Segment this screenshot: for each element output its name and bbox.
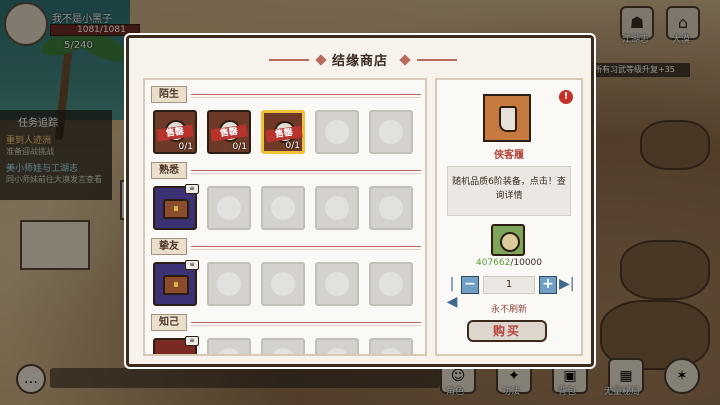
empty-slot	[369, 110, 413, 154]
chest-icon	[163, 199, 189, 219]
title-divider-right	[417, 59, 457, 61]
empty-slot	[369, 262, 413, 306]
category-divider	[191, 97, 421, 98]
info-alert-icon[interactable]: !	[559, 90, 573, 104]
sold-out-stamp: 售罄	[265, 125, 303, 143]
decrease-button[interactable]: −	[461, 276, 479, 294]
category-header: 挚友	[149, 238, 425, 256]
boot-icon	[499, 106, 517, 132]
category-divider	[191, 173, 421, 174]
category-divider	[191, 322, 421, 323]
empty-slot	[261, 338, 305, 354]
sold-out-stamp: 售罄	[210, 124, 248, 142]
item-description[interactable]: 随机品质6阶装备，点击！查询详情	[447, 166, 571, 216]
item-detail-icon	[483, 94, 531, 142]
buy-button[interactable]: 购买	[467, 320, 547, 342]
min-quantity-button[interactable]: |◀	[445, 275, 459, 310]
category-label-close-friend: 挚友	[151, 238, 187, 255]
category-header: 熟悉	[149, 162, 425, 180]
category-divider	[191, 170, 421, 171]
category-divider	[191, 94, 421, 95]
category-divider	[191, 325, 421, 326]
quantity-stepper: |◀ − 1 + ▶|	[445, 274, 574, 310]
currency-coin-icon	[491, 224, 525, 256]
shop-slot-familiar-1[interactable]: ≡	[153, 184, 199, 230]
quantity-input[interactable]: 1	[483, 276, 535, 294]
empty-slot	[315, 186, 359, 230]
shop-slot-stranger-2[interactable]: 售罄 0/1	[207, 110, 251, 154]
item-name: 侠客履	[494, 150, 524, 161]
affinity-shop-modal: 结缘商店 陌生 售罄 0/1 售罄 0/1 售罄 0/1 熟悉 ≡ 挚友 ≡ 知…	[126, 35, 594, 367]
shop-title: 结缘商店	[331, 54, 388, 69]
category-label-confidant: 知己	[151, 314, 187, 331]
tag-icon: ≡	[185, 260, 199, 270]
increase-button[interactable]: +	[539, 276, 557, 294]
category-header: 知己	[149, 314, 425, 332]
title-divider-left	[269, 59, 309, 61]
empty-slot	[315, 262, 359, 306]
category-label-familiar: 熟悉	[151, 162, 187, 179]
item-quantity: 0/1	[232, 142, 247, 152]
shop-slot-stranger-1[interactable]: 售罄 0/1	[153, 110, 197, 154]
max-quantity-button[interactable]: ▶|	[559, 275, 574, 295]
empty-slot	[315, 338, 359, 354]
empty-slot	[207, 338, 251, 354]
category-label-stranger: 陌生	[151, 86, 187, 103]
price-display: 407662/10000	[437, 258, 581, 268]
empty-slot	[369, 338, 413, 354]
empty-slot	[261, 186, 305, 230]
item-quantity: 0/1	[178, 142, 193, 152]
title-ornament-left	[315, 54, 327, 66]
empty-slot	[315, 110, 359, 154]
shop-slot-confidant-1[interactable]: ≡	[153, 336, 199, 354]
item-detail-panel: ! 侠客履 随机品质6阶装备，点击！查询详情 407662/10000 |◀ −…	[435, 78, 583, 356]
item-quantity: 0/1	[285, 141, 300, 151]
category-divider	[191, 246, 421, 247]
tag-icon: ≡	[185, 184, 199, 194]
empty-slot	[207, 186, 251, 230]
tag-icon: ≡	[185, 336, 199, 346]
empty-slot	[369, 186, 413, 230]
currency-cost: /10000	[510, 258, 543, 268]
currency-owned: 407662	[475, 258, 511, 268]
shop-slot-close-friend-1[interactable]: ≡	[153, 260, 199, 306]
shop-slot-stranger-3-selected[interactable]: 售罄 0/1	[261, 110, 305, 154]
category-divider	[191, 249, 421, 250]
shop-title-bar: 结缘商店	[129, 50, 591, 70]
refresh-note: 永不刷新	[490, 305, 527, 315]
shop-item-grid[interactable]: 陌生 售罄 0/1 售罄 0/1 售罄 0/1 熟悉 ≡ 挚友 ≡ 知己 ≡	[143, 78, 427, 356]
empty-slot	[207, 262, 251, 306]
sold-out-stamp: 售罄	[156, 124, 194, 142]
empty-slot	[261, 262, 305, 306]
chest-icon	[163, 275, 189, 295]
title-ornament-right	[399, 54, 411, 66]
category-header: 陌生	[149, 86, 425, 104]
